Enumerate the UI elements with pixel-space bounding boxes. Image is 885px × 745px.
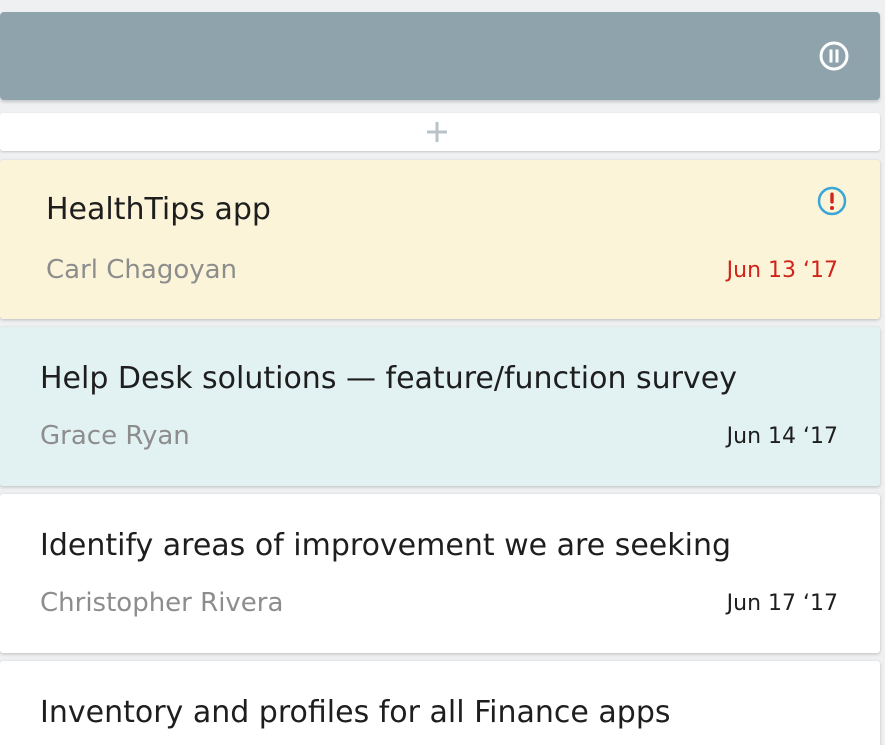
card-title: Identify areas of improvement we are see…	[40, 528, 732, 563]
task-card-help-desk[interactable]: Help Desk solutions — feature/function s…	[0, 327, 880, 486]
card-title: Inventory and profiles for all Finance a…	[40, 695, 671, 730]
task-card-improvement-areas[interactable]: Identify areas of improvement we are see…	[0, 494, 880, 653]
pause-circle-icon[interactable]	[818, 40, 850, 72]
card-due-date: Jun 17 ‘17	[726, 591, 838, 616]
add-card-button[interactable]	[0, 113, 880, 151]
plus-icon	[427, 122, 447, 142]
card-title: HealthTips app	[46, 192, 271, 227]
card-owner: Grace Ryan	[40, 421, 190, 451]
card-owner: Christopher Rivera	[40, 588, 284, 618]
column-header	[0, 12, 880, 100]
card-owner: Carl Chagoyan	[46, 255, 238, 285]
kanban-column: HealthTips app Carl Chagoyan Jun 13 ‘17 …	[0, 0, 885, 745]
task-card-finance-inventory[interactable]: Inventory and profiles for all Finance a…	[0, 661, 880, 745]
card-title: Help Desk solutions — feature/function s…	[40, 361, 737, 396]
card-due-date: Jun 13 ‘17	[726, 258, 838, 283]
card-due-date: Jun 14 ‘17	[726, 424, 838, 449]
task-card-healthtips[interactable]: HealthTips app Carl Chagoyan Jun 13 ‘17	[0, 160, 880, 319]
alert-icon	[817, 186, 847, 216]
